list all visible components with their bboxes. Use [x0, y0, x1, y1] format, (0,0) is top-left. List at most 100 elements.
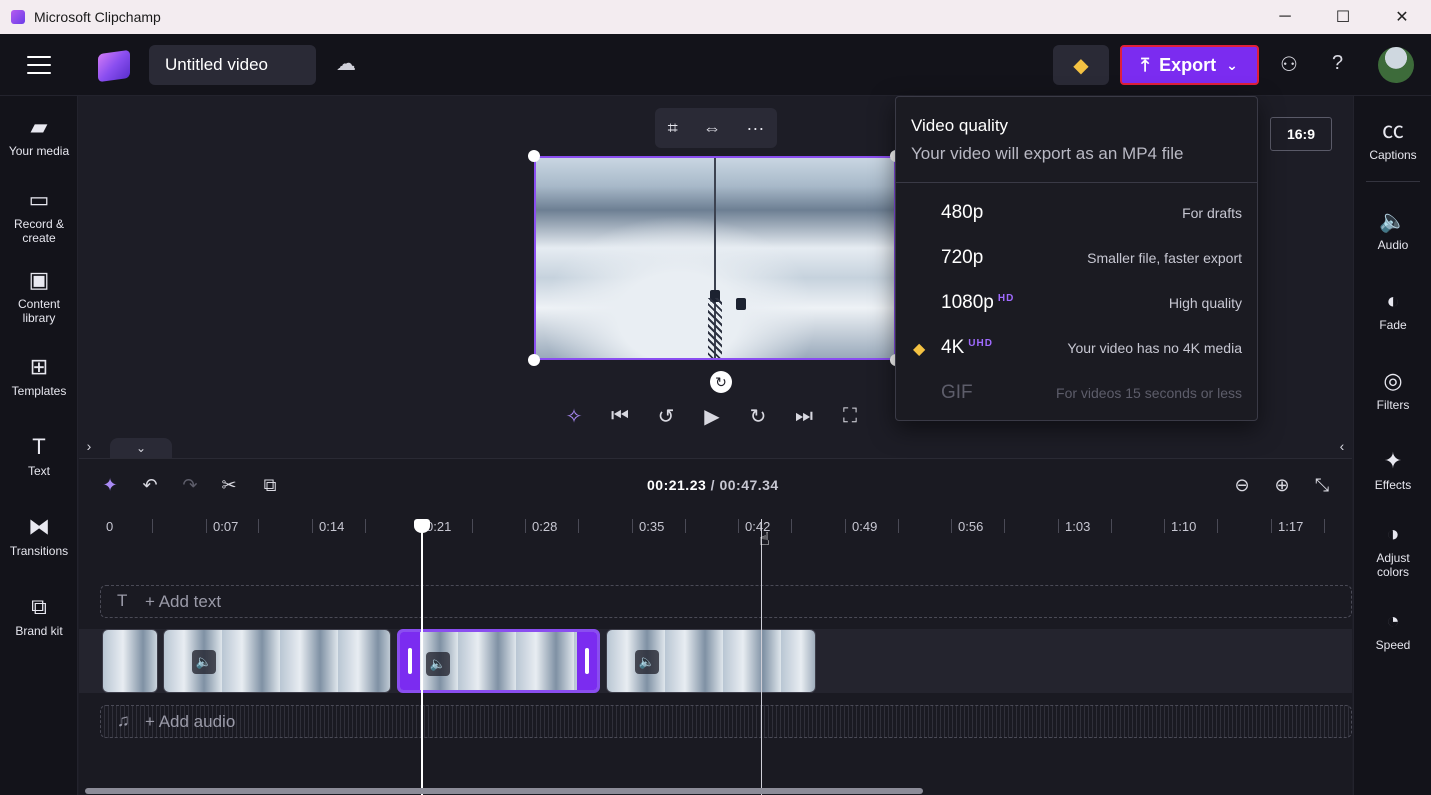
sidebar-item-captions[interactable]: ㏄ Captions	[1354, 118, 1431, 162]
close-window-button[interactable]: ✕	[1373, 0, 1431, 34]
ruler-tick	[951, 519, 952, 533]
window-title: Microsoft Clipchamp	[34, 9, 161, 25]
ruler-label: 0:14	[319, 519, 345, 534]
captions-icon: ㏄	[1381, 118, 1404, 143]
time-ruler[interactable]: 0 0:07 0:14 0:21 0:28 0:35 0:42 0:49 0:5…	[79, 511, 1352, 541]
upload-icon: ⤒	[1141, 54, 1150, 75]
quality-label: GIF	[941, 382, 973, 403]
share-icon[interactable]: ⚇	[1280, 52, 1306, 78]
rewind-5-icon[interactable]: ↺	[653, 404, 679, 429]
playhead[interactable]	[421, 519, 423, 795]
hover-indicator	[761, 519, 762, 795]
ruler-tick	[845, 519, 846, 533]
collapse-timeline-button[interactable]: ⌄	[110, 438, 172, 458]
zoom-out-icon[interactable]: ⊖	[1230, 473, 1254, 497]
divider	[896, 182, 1257, 183]
sidebar-item-filters[interactable]: ◎ Filters	[1354, 368, 1431, 412]
sidebar-item-record-create[interactable]: ▭ Record & create	[0, 187, 78, 245]
project-title-input[interactable]: Untitled video	[149, 45, 316, 85]
resize-handle[interactable]	[528, 354, 540, 366]
avatar[interactable]	[1378, 47, 1414, 83]
library-icon: ▣	[28, 267, 50, 292]
export-label: Export	[1159, 54, 1217, 75]
add-audio-track[interactable]: ♫ + Add audio	[100, 705, 1352, 738]
sidebar-item-text[interactable]: T Text	[0, 434, 78, 478]
play-icon[interactable]: ▶	[699, 404, 725, 429]
ruler-tick	[632, 519, 633, 533]
ruler-label: 1:03	[1065, 519, 1091, 534]
sidebar-item-adjust-colors[interactable]: ◑ Adjust colors	[1354, 521, 1431, 579]
forward-5-icon[interactable]: ↻	[745, 404, 771, 429]
ruler-tick	[365, 519, 366, 533]
fit-icon[interactable]: ⇔	[703, 118, 721, 139]
ruler-tick	[525, 519, 526, 533]
redo-icon[interactable]: ↷	[178, 473, 202, 497]
undo-icon[interactable]: ↶	[138, 473, 162, 497]
quality-label: 720p	[941, 247, 984, 268]
resize-handle[interactable]	[528, 150, 540, 162]
video-clip[interactable]: 🔈	[163, 629, 391, 693]
sidebar-item-your-media[interactable]: ▰ Your media	[0, 114, 78, 158]
hand-cursor-icon: ☝	[759, 529, 770, 549]
more-icon[interactable]: ···	[746, 118, 764, 139]
sidebar-item-effects[interactable]: ✦ Effects	[1354, 448, 1431, 492]
playhead-handle[interactable]	[414, 519, 430, 533]
playback-controls: ✧ ⏮ ↺ ▶ ↻ ⏭ ⛶	[561, 401, 863, 431]
timeline: ✦ ↶ ↷ ✂ ⧉ 00:21.23 / 00:47.34 ⊖ ⊕ ⤡ 0 0:…	[79, 458, 1352, 795]
export-button[interactable]: ⤒ Export ⌄	[1120, 45, 1259, 85]
minimize-button[interactable]: ─	[1256, 0, 1314, 34]
sidebar-item-label: Text	[27, 464, 50, 478]
ruler-tick	[578, 519, 579, 533]
sidebar-item-transitions[interactable]: ⧓ Transitions	[0, 514, 78, 558]
trim-handle-left[interactable]	[400, 632, 420, 690]
sidebar-item-audio[interactable]: 🔈 Audio	[1354, 208, 1431, 252]
sidebar-item-label: Transitions	[9, 544, 69, 558]
add-text-track[interactable]: T + Add text	[100, 585, 1352, 618]
trim-handle-right[interactable]	[577, 632, 597, 690]
quality-option-1080p[interactable]: 1080p HD High quality	[896, 282, 1257, 322]
timeline-scrollbar[interactable]	[85, 788, 923, 794]
sidebar-item-label: Filters	[1376, 398, 1410, 412]
rotate-icon[interactable]: ↻	[710, 371, 732, 393]
fullscreen-icon[interactable]: ⛶	[837, 405, 863, 428]
maximize-button[interactable]: ☐	[1314, 0, 1372, 34]
ruler-label: 0:28	[532, 519, 558, 534]
quality-option-4k[interactable]: ◆ 4K UHD Your video has no 4K media	[896, 327, 1257, 367]
video-clip[interactable]	[102, 629, 158, 693]
ruler-tick	[472, 519, 473, 533]
quality-option-720p[interactable]: 720p Smaller file, faster export	[896, 237, 1257, 277]
video-preview[interactable]	[534, 156, 896, 360]
ruler-tick	[312, 519, 313, 533]
fit-timeline-icon[interactable]: ⤡	[1310, 473, 1334, 497]
volume-icon[interactable]: 🔈	[192, 650, 216, 674]
video-clip[interactable]: 🔈	[606, 629, 816, 693]
ruler-tick	[258, 519, 259, 533]
sidebar-item-templates[interactable]: ⊞ Templates	[0, 354, 78, 398]
quality-description: Smaller file, faster export	[1087, 250, 1242, 266]
cut-icon[interactable]: ✂	[217, 473, 241, 497]
ai-sparkle-icon[interactable]: ✦	[98, 473, 122, 497]
sidebar-item-content-library[interactable]: ▣ Content library	[0, 267, 78, 325]
premium-button[interactable]: ◆	[1053, 45, 1109, 85]
skip-to-start-icon[interactable]: ⏮	[607, 405, 633, 428]
sidebar-item-fade[interactable]: ◐ Fade	[1354, 288, 1431, 332]
sidebar-item-brand-kit[interactable]: ⧉ Brand kit	[0, 594, 78, 638]
selected-video-clip[interactable]: 🔈	[397, 629, 600, 693]
right-sidebar: ㏄ Captions 🔈 Audio ◐ Fade ◎ Filters ✦ Ef…	[1353, 96, 1431, 795]
help-icon[interactable]: ?	[1332, 52, 1354, 78]
aspect-ratio-button[interactable]: 16:9	[1270, 117, 1332, 151]
skip-to-end-icon[interactable]: ⏭	[791, 405, 817, 428]
zoom-in-icon[interactable]: ⊕	[1270, 473, 1294, 497]
volume-icon[interactable]: 🔈	[426, 652, 450, 676]
crop-icon[interactable]: ⌗	[668, 118, 678, 139]
sidebar-item-speed[interactable]: ◔ Speed	[1354, 608, 1431, 652]
ruler-label: 0:35	[639, 519, 665, 534]
cloud-sync-off-icon[interactable]: ☁	[336, 51, 364, 79]
menu-icon[interactable]	[27, 56, 51, 74]
filters-icon: ◎	[1383, 368, 1403, 393]
volume-icon[interactable]: 🔈	[635, 650, 659, 674]
folder-icon: ▰	[30, 114, 48, 139]
magic-edit-icon[interactable]: ✧	[561, 404, 587, 429]
quality-option-480p[interactable]: 480p For drafts	[896, 192, 1257, 232]
add-media-icon[interactable]: ⧉	[258, 473, 282, 497]
